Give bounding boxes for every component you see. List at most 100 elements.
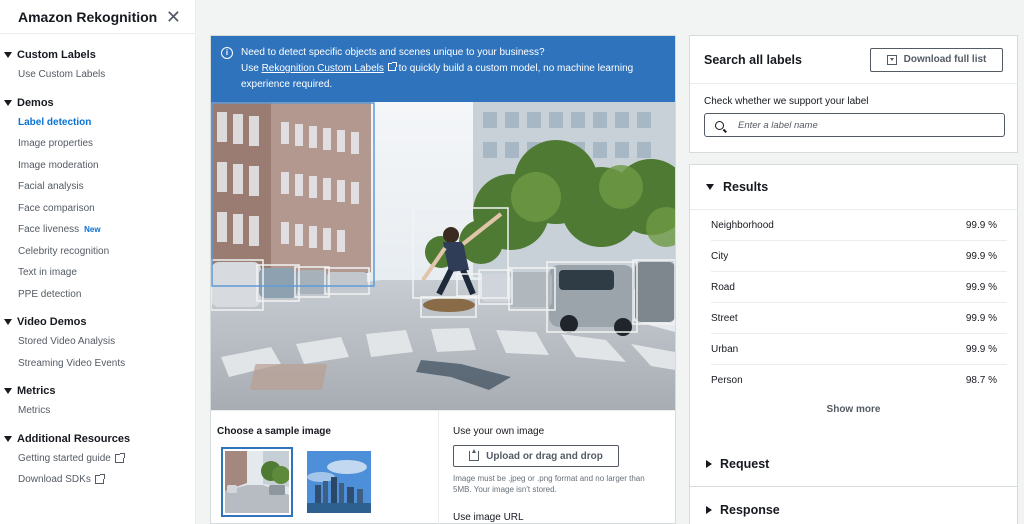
result-confidence: 99.9 % bbox=[965, 312, 997, 324]
sidebar-item-facial-analysis[interactable]: Facial analysis bbox=[0, 176, 195, 198]
external-link-icon bbox=[114, 452, 125, 463]
sidebar-section-video-demos: Video Demos Stored Video Analysis Stream… bbox=[0, 313, 195, 374]
result-label: Road bbox=[711, 281, 735, 293]
own-image-title: Use your own image bbox=[453, 426, 545, 437]
thumbnail-skyline[interactable] bbox=[303, 447, 375, 517]
upload-icon bbox=[469, 449, 480, 461]
upload-requirements: Image must be .jpeg or .png format and n… bbox=[453, 474, 645, 494]
result-confidence: 99.9 % bbox=[965, 219, 997, 231]
new-badge: New bbox=[84, 225, 101, 235]
search-placeholder: Enter a label name bbox=[738, 119, 818, 131]
skyline-thumbnail-image bbox=[307, 451, 371, 513]
sidebar-item-label-detection[interactable]: Label detection bbox=[0, 112, 195, 134]
section-toggle[interactable]: Metrics bbox=[0, 382, 195, 400]
search-icon bbox=[715, 120, 724, 130]
result-row: Neighborhood 99.9 % bbox=[711, 210, 1007, 241]
upload-label: Upload or drag and drop bbox=[486, 450, 603, 462]
sidebar-item-face-liveness[interactable]: Face liveness New bbox=[0, 219, 195, 241]
section-toggle[interactable]: Custom Labels bbox=[0, 46, 195, 64]
analyzed-image bbox=[211, 102, 675, 410]
image-source-area: Choose a sample image Use your own image… bbox=[211, 410, 675, 524]
result-row: Urban 99.9 % bbox=[711, 334, 1007, 365]
section-title: Custom Labels bbox=[17, 49, 96, 61]
image-url-label: Use image URL bbox=[453, 512, 524, 523]
caret-down-icon bbox=[4, 52, 12, 58]
result-label: Neighborhood bbox=[711, 219, 774, 231]
download-icon bbox=[886, 54, 897, 65]
sidebar-section-demos: Demos Label detection Image properties I… bbox=[0, 94, 195, 306]
request-panel-toggle[interactable]: Request bbox=[689, 441, 1018, 487]
sidebar-item-use-custom-labels[interactable]: Use Custom Labels bbox=[0, 64, 195, 86]
truncated-description bbox=[212, 0, 832, 5]
sidebar-item-image-moderation[interactable]: Image moderation bbox=[0, 155, 195, 177]
result-confidence: 99.9 % bbox=[965, 343, 997, 355]
banner-prefix: Use bbox=[241, 63, 262, 74]
section-title: Demos bbox=[17, 96, 54, 109]
result-confidence: 99.9 % bbox=[965, 281, 997, 293]
banner-line-2: Use Rekognition Custom Labels to quickly… bbox=[241, 61, 633, 77]
caret-down-icon bbox=[706, 184, 714, 190]
caret-down-icon bbox=[4, 319, 12, 325]
sidebar-item-celebrity-recognition[interactable]: Celebrity recognition bbox=[0, 241, 195, 263]
result-confidence: 99.9 % bbox=[965, 250, 997, 262]
detection-panel: i Need to detect specific objects and sc… bbox=[210, 35, 676, 524]
result-row: Person 98.7 % bbox=[711, 365, 1007, 396]
sidebar-item-download-sdks[interactable]: Download SDKs bbox=[0, 469, 195, 491]
item-label: Download SDKs bbox=[18, 474, 91, 486]
sidebar-item-streaming-video[interactable]: Streaming Video Events bbox=[0, 353, 195, 375]
sidebar-section-custom-labels: Custom Labels Use Custom Labels bbox=[0, 46, 195, 86]
banner-line-1: Need to detect specific objects and scen… bbox=[241, 47, 545, 58]
section-toggle[interactable]: Demos bbox=[0, 94, 195, 112]
sidebar-item-metrics[interactable]: Metrics bbox=[0, 400, 195, 422]
search-labels-panel: Search all labels Download full list Che… bbox=[689, 35, 1018, 153]
sidebar-item-image-properties[interactable]: Image properties bbox=[0, 133, 195, 155]
sidebar: Amazon Rekognition ✕ Custom Labels Use C… bbox=[0, 0, 196, 524]
link-text: Rekognition Custom Labels bbox=[261, 63, 384, 74]
show-more-button[interactable]: Show more bbox=[690, 404, 1017, 415]
results-panel: Results Neighborhood 99.9 % City 99.9 % Ro… bbox=[689, 164, 1018, 442]
response-panel-toggle[interactable]: Response bbox=[689, 487, 1018, 524]
result-label: Urban bbox=[711, 343, 739, 355]
result-row: Street 99.9 % bbox=[711, 303, 1007, 334]
sidebar-item-face-comparison[interactable]: Face comparison bbox=[0, 198, 195, 220]
upload-button[interactable]: Upload or drag and drop bbox=[453, 445, 619, 467]
response-title: Response bbox=[720, 502, 780, 517]
thumbnail-street[interactable] bbox=[221, 447, 293, 517]
sidebar-item-stored-video[interactable]: Stored Video Analysis bbox=[0, 331, 195, 353]
sample-image-chooser: Choose a sample image bbox=[211, 411, 439, 524]
sidebar-item-getting-started[interactable]: Getting started guide bbox=[0, 448, 195, 470]
results-toggle[interactable]: Results bbox=[690, 165, 1017, 210]
search-header: Search all labels Download full list bbox=[690, 36, 1017, 84]
caret-right-icon bbox=[706, 459, 712, 468]
result-label: City bbox=[711, 250, 729, 262]
result-label: Street bbox=[711, 312, 738, 324]
sidebar-item-ppe-detection[interactable]: PPE detection bbox=[0, 284, 195, 306]
result-row: City 99.9 % bbox=[711, 241, 1007, 272]
section-title: Video Demos bbox=[17, 316, 87, 328]
banner-suffix: to quickly build a custom model, no mach… bbox=[395, 63, 634, 74]
item-label: Face liveness bbox=[18, 224, 80, 236]
street-scene bbox=[211, 102, 675, 410]
download-label: Download full list bbox=[903, 54, 987, 65]
download-full-list-button[interactable]: Download full list bbox=[870, 47, 1003, 72]
own-image-upload: Use your own image Upload or drag and dr… bbox=[439, 411, 670, 524]
section-toggle[interactable]: Additional Resources bbox=[0, 430, 195, 448]
label-search-input[interactable]: Enter a label name bbox=[704, 113, 1005, 137]
result-confidence: 98.7 % bbox=[965, 375, 997, 386]
caret-down-icon bbox=[4, 388, 12, 394]
result-row: Road 99.9 % bbox=[711, 272, 1007, 303]
external-link-icon bbox=[94, 474, 105, 485]
sample-title: Choose a sample image bbox=[217, 426, 331, 437]
sidebar-item-text-in-image[interactable]: Text in image bbox=[0, 262, 195, 284]
results-title: Results bbox=[723, 180, 769, 194]
sidebar-section-metrics: Metrics Metrics bbox=[0, 382, 195, 422]
info-banner: i Need to detect specific objects and sc… bbox=[211, 36, 675, 102]
close-icon[interactable]: ✕ bbox=[166, 8, 181, 26]
caret-down-icon bbox=[4, 99, 12, 106]
sidebar-section-resources: Additional Resources Getting started gui… bbox=[0, 430, 195, 491]
section-toggle[interactable]: Video Demos bbox=[0, 313, 195, 331]
caret-right-icon bbox=[706, 505, 712, 514]
custom-labels-link[interactable]: Rekognition Custom Labels bbox=[261, 62, 397, 74]
sidebar-header: Amazon Rekognition ✕ bbox=[0, 0, 195, 34]
section-title: Metrics bbox=[17, 385, 56, 397]
